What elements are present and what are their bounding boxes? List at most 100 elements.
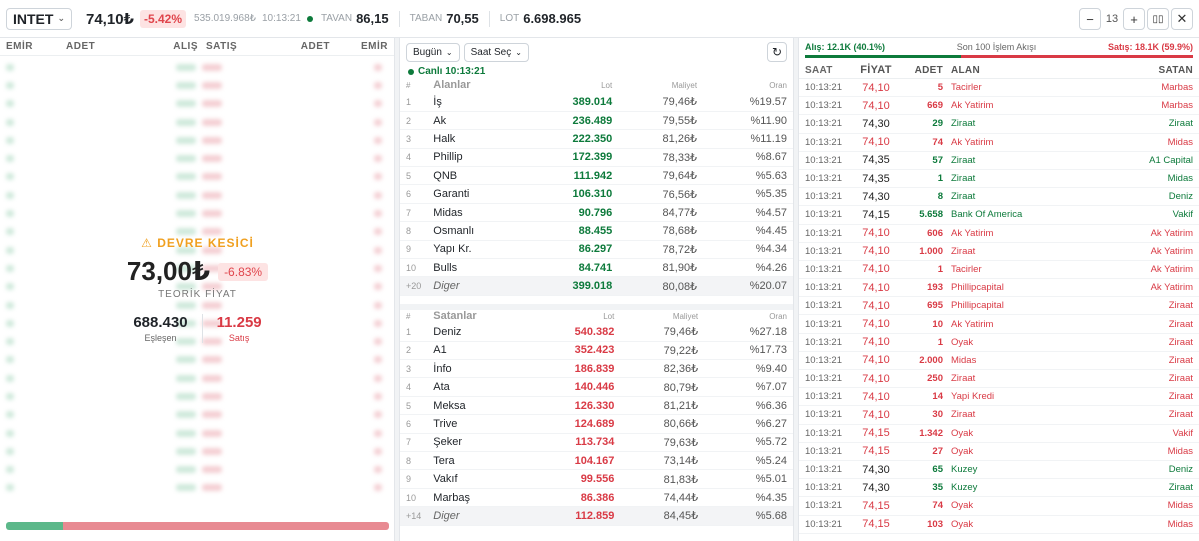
trade-row[interactable]: 10:13:21 74,30 8 Ziraat Deniz (799, 188, 1199, 207)
trade-row[interactable]: 10:13:21 74,15 103 Oyak Midas (799, 516, 1199, 534)
broker-row[interactable]: 2 Ak 236.489 79,55₺ %11.90 (400, 111, 793, 131)
broker-cost: 79,55₺ (618, 111, 704, 131)
order-book-row[interactable] (0, 95, 395, 113)
redacted-cell (202, 155, 222, 163)
broker-row[interactable]: 10 Bulls 84.741 81,90₺ %4.26 (400, 258, 793, 278)
trade-time: 10:13:21 (805, 300, 842, 312)
trade-row[interactable]: 10:13:21 74,10 606 Ak Yatirim Ak Yatirim (799, 225, 1199, 243)
trade-row[interactable]: 10:13:21 74,30 35 Kuzey Ziraat (799, 479, 1199, 498)
trade-row[interactable]: 10:13:21 74,15 27 Oyak Midas (799, 443, 1199, 461)
close-icon[interactable]: ✕ (1171, 8, 1193, 30)
trade-row[interactable]: 10:13:21 74,10 1 Tacirler Ak Yatirim (799, 261, 1199, 280)
trade-row[interactable]: 10:13:21 74,35 1 Ziraat Midas (799, 170, 1199, 189)
order-book-row[interactable] (0, 186, 395, 204)
broker-index: 1 (400, 93, 428, 112)
broker-row[interactable]: 5 Meksa 126.330 81,21₺ %6.36 (400, 396, 793, 416)
broker-name: Midas (427, 203, 524, 223)
zoom-out-button[interactable]: − (1079, 8, 1101, 30)
symbol-selector[interactable]: INTET ⌄ (6, 7, 72, 30)
trade-row[interactable]: 10:13:21 74,10 193 Phillipcapital Ak Yatirim (799, 279, 1199, 298)
order-book-row[interactable] (0, 131, 395, 149)
trade-row[interactable]: 10:13:21 74,30 29 Ziraat Ziraat (799, 115, 1199, 134)
trade-row[interactable]: 10:13:21 74,15 5.658 Bank Of America Vakif (799, 206, 1199, 225)
redacted-cell (374, 210, 382, 218)
broker-row[interactable]: 6 Garanti 106.310 76,56₺ %5.35 (400, 184, 793, 204)
trade-buyer: Ziraat (951, 245, 976, 257)
day-filter[interactable]: Bugün ⌄ (406, 43, 460, 62)
trade-buyer: Kuzey (951, 482, 978, 494)
order-book-row[interactable] (0, 479, 395, 497)
trade-row[interactable]: 10:13:21 74,30 65 Kuzey Deniz (799, 461, 1199, 480)
broker-row-other[interactable]: +14 Diger 112.859 84,45₺ %5.68 (400, 506, 793, 526)
trade-row[interactable]: 10:13:21 74,10 5 Tacirler Marbas (799, 79, 1199, 98)
broker-row[interactable]: 3 Halk 222.350 81,26₺ %11.19 (400, 129, 793, 149)
order-book-row[interactable] (0, 461, 395, 479)
broker-row[interactable]: 1 İş 389.014 79,46₺ %19.57 (400, 93, 793, 112)
broker-name: Trive (427, 414, 528, 434)
order-book-row[interactable] (0, 406, 395, 424)
redacted-cell (374, 191, 382, 199)
broker-row[interactable]: 9 Yapı Kr. 86.297 78,72₺ %4.34 (400, 240, 793, 260)
broker-row-other[interactable]: +20 Diger 399.018 80,08₺ %20.07 (400, 276, 793, 296)
broker-row[interactable]: 7 Midas 90.796 84,77₺ %4.57 (400, 203, 793, 223)
order-book-row[interactable] (0, 351, 395, 369)
trade-row[interactable]: 10:13:21 74,10 250 Ziraat Ziraat (799, 370, 1199, 389)
redacted-cell (176, 100, 196, 108)
time-filter[interactable]: Saat Seç ⌄ (463, 43, 529, 62)
trade-price: 74,30 (862, 190, 890, 203)
trade-row[interactable]: 10:13:21 74,10 2.000 Midas Ziraat (799, 352, 1199, 370)
broker-row[interactable]: 4 Ata 140.446 80,79₺ %7.07 (400, 377, 793, 397)
broker-cost: 81,21₺ (620, 396, 705, 416)
redacted-cell (176, 429, 196, 437)
redacted-cell (374, 447, 382, 455)
order-book-row[interactable] (0, 149, 395, 167)
broker-name: Tera (427, 451, 528, 471)
trade-row[interactable]: 10:13:21 74,10 695 Phillipcapital Ziraat (799, 297, 1199, 316)
col-seller: SATAN (1158, 64, 1193, 76)
circuit-breaker-title: DEVRE KESİCİ (157, 236, 254, 250)
zoom-in-button[interactable]: + (1123, 8, 1145, 30)
broker-name: Diger (427, 276, 524, 296)
order-book-row[interactable] (0, 113, 395, 131)
trade-row[interactable]: 10:13:21 74,10 30 Ziraat Ziraat (799, 406, 1199, 425)
order-book-row[interactable] (0, 76, 395, 94)
order-book-row[interactable] (0, 369, 395, 387)
order-book-row[interactable] (0, 168, 395, 186)
layout-columns-icon[interactable]: ▯▯ (1147, 8, 1169, 30)
broker-ratio: %20.07 (703, 276, 793, 296)
col-buyer: ALAN (951, 64, 980, 76)
broker-row[interactable]: 8 Tera 104.167 73,14₺ %5.24 (400, 451, 793, 471)
trade-row[interactable]: 10:13:21 74,10 74 Ak Yatirim Midas (799, 134, 1199, 152)
broker-row[interactable]: 1 Deniz 540.382 79,46₺ %27.18 (400, 322, 793, 342)
refresh-icon[interactable]: ↻ (767, 42, 787, 62)
trade-row[interactable]: 10:13:21 74,35 57 Ziraat A1 Capital (799, 152, 1199, 170)
trade-row[interactable]: 10:13:21 74,10 14 Yapi Kredi Ziraat (799, 388, 1199, 407)
trade-row[interactable]: 10:13:21 74,15 1.342 Oyak Vakif (799, 425, 1199, 443)
trade-row[interactable]: 10:13:21 74,10 1.000 Ziraat Ak Yatirim (799, 243, 1199, 261)
broker-name: Garanti (427, 184, 524, 204)
broker-row[interactable]: 2 A1 352.423 79,22₺ %17.73 (400, 341, 793, 361)
redacted-cell (202, 81, 222, 89)
broker-row[interactable]: 7 Şeker 113.734 79,63₺ %5.72 (400, 433, 793, 453)
broker-lot: 352.423 (527, 341, 621, 361)
trade-qty: 65 (932, 464, 943, 476)
broker-row[interactable]: 4 Phillip 172.399 78,33₺ %8.67 (400, 148, 793, 168)
broker-row[interactable]: 10 Marbaş 86.386 74,44₺ %4.35 (400, 488, 793, 508)
broker-row[interactable]: 5 QNB 111.942 79,64₺ %5.63 (400, 166, 793, 186)
trade-row[interactable]: 10:13:21 74,10 10 Ak Yatirim Ziraat (799, 315, 1199, 334)
order-book-row[interactable] (0, 204, 395, 222)
broker-row[interactable]: 3 İnfo 186.839 82,36₺ %9.40 (400, 359, 793, 379)
trade-row[interactable]: 10:13:21 74,10 1 Oyak Ziraat (799, 334, 1199, 352)
trade-seller: Vakif (1172, 209, 1193, 221)
order-book-row[interactable] (0, 58, 395, 76)
order-book-row[interactable] (0, 442, 395, 460)
broker-row[interactable]: 9 Vakıf 99.556 81,83₺ %5.01 (400, 469, 793, 489)
broker-row[interactable]: 6 Trive 124.689 80,66₺ %6.27 (400, 414, 793, 434)
trade-row[interactable]: 10:13:21 74,10 669 Ak Yatirim Marbas (799, 97, 1199, 116)
order-book-row[interactable] (0, 387, 395, 405)
trade-row[interactable]: 10:13:21 74,15 74 Oyak Midas (799, 497, 1199, 516)
broker-row[interactable]: 8 Osmanlı 88.455 78,68₺ %4.45 (400, 221, 793, 241)
broker-ratio: %4.35 (704, 488, 793, 508)
redacted-cell (374, 155, 382, 163)
order-book-row[interactable] (0, 424, 395, 442)
